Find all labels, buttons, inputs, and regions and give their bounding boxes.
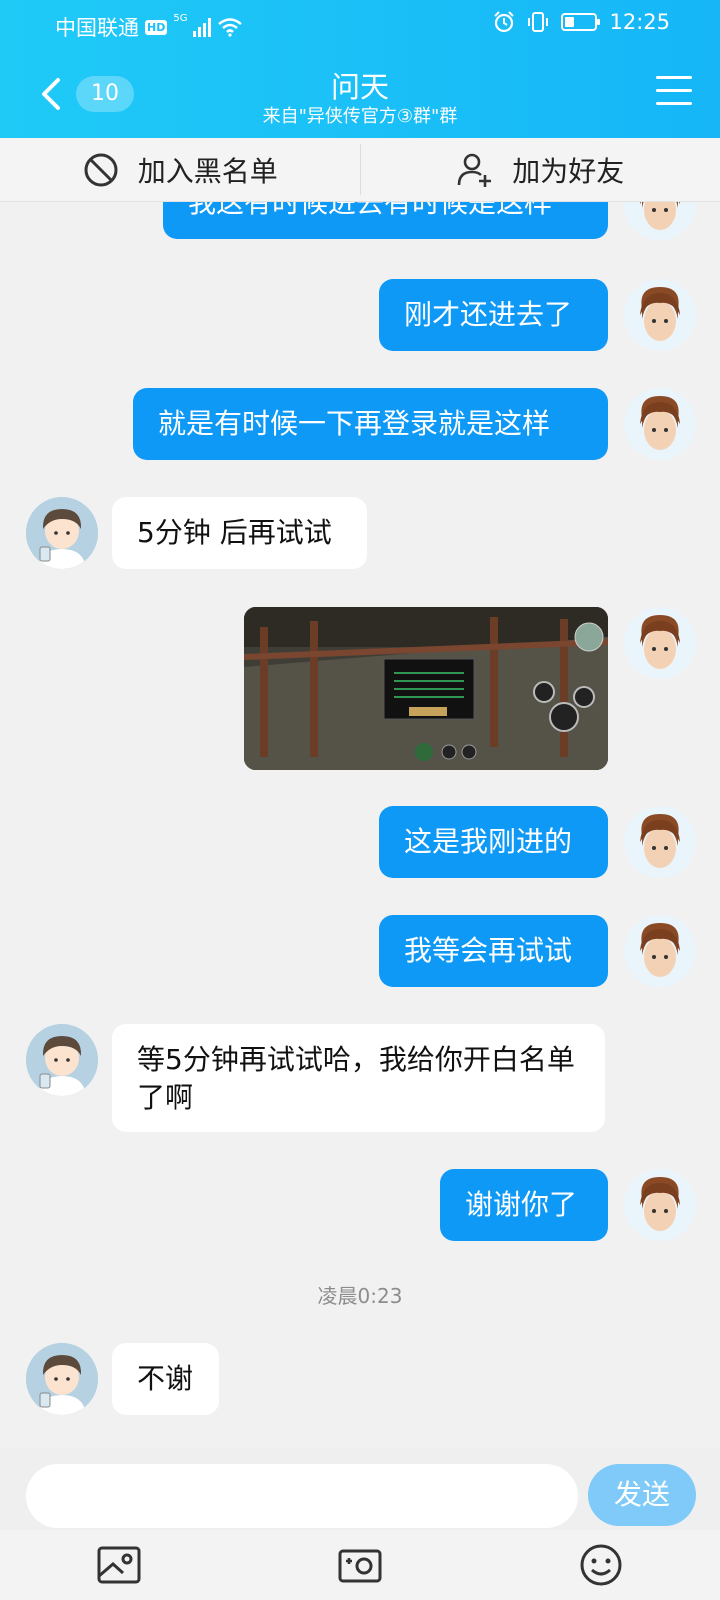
bottom-toolbar: [0, 1530, 720, 1600]
avatar-icon: [624, 806, 696, 878]
my-avatar[interactable]: [624, 607, 696, 679]
message-bubble[interactable]: 不谢: [112, 1343, 219, 1415]
send-button[interactable]: 发送: [588, 1464, 696, 1526]
status-bar: 中国联通 HD 5G 12:25: [0, 0, 720, 50]
image-message[interactable]: [244, 607, 608, 770]
emoji-icon[interactable]: [578, 1542, 624, 1588]
action-bar: 加入黑名单 加为好友: [0, 138, 720, 202]
my-avatar[interactable]: [624, 388, 696, 460]
message-bubble[interactable]: 谢谢你了: [440, 1169, 608, 1241]
avatar-icon: [26, 497, 98, 569]
add-friend-label: 加为好友: [512, 154, 625, 188]
message-text: 5分钟 后再试试: [137, 516, 332, 549]
message-bubble[interactable]: 刚才还进去了: [379, 279, 608, 351]
message-text: 不谢: [137, 1362, 194, 1395]
block-icon: [84, 153, 118, 186]
message-text: 等5分钟再试试哈，我给你开白名单了啊: [137, 1043, 575, 1114]
chat-area[interactable]: 我这有时候进去有时候是这样 刚才还进去了 就是有时候一下再登录就是这样 5分钟 …: [0, 202, 720, 1448]
camera-icon[interactable]: [337, 1542, 383, 1588]
carrier-name: 中国联通: [55, 16, 139, 40]
header-bar: 中国联通 HD 5G 12:25 10 问天 来自"异侠传官方③群"群: [0, 0, 720, 138]
avatar-icon: [26, 1024, 98, 1096]
image-icon[interactable]: [96, 1542, 142, 1588]
avatar-icon: [26, 1343, 98, 1415]
message-bubble[interactable]: 等5分钟再试试哈，我给你开白名单了啊: [112, 1024, 605, 1132]
my-avatar[interactable]: [624, 1169, 696, 1241]
battery-icon: [561, 13, 601, 31]
message-bubble[interactable]: 我这有时候进去有时候是这样: [163, 202, 608, 239]
menu-icon[interactable]: [656, 76, 692, 106]
composer-bar: 发送: [0, 1448, 720, 1530]
avatar-icon: [624, 388, 696, 460]
blacklist-label: 加入黑名单: [137, 154, 278, 188]
message-bubble[interactable]: 5分钟 后再试试: [112, 497, 367, 569]
avatar-icon: [624, 915, 696, 987]
avatar-icon: [624, 202, 696, 240]
hd-badge: HD: [145, 19, 168, 35]
status-right: 12:25: [493, 10, 670, 34]
contact-avatar[interactable]: [26, 1024, 98, 1096]
vibrate-icon: [528, 12, 549, 32]
signal-icon: [193, 17, 212, 37]
message-timestamp: 凌晨0:23: [317, 1284, 403, 1308]
avatar-icon: [624, 279, 696, 351]
chat-subtitle: 来自"异侠传官方③群"群: [262, 106, 458, 127]
message-bubble[interactable]: 我等会再试试: [379, 915, 608, 987]
my-avatar[interactable]: [624, 279, 696, 351]
avatar-icon: [624, 607, 696, 679]
carrier-info: 中国联通 HD 5G: [55, 12, 243, 42]
wifi-icon: [218, 18, 243, 37]
chat-title: 问天: [330, 70, 389, 104]
add-user-icon: [457, 153, 492, 187]
avatar-icon: [624, 1169, 696, 1241]
message-text: 我等会再试试: [404, 934, 573, 967]
message-text: 刚才还进去了: [404, 298, 573, 331]
my-avatar[interactable]: [624, 915, 696, 987]
my-avatar[interactable]: [624, 202, 696, 240]
alarm-icon: [494, 11, 515, 33]
contact-avatar[interactable]: [26, 497, 98, 569]
message-text: 就是有时候一下再登录就是这样: [158, 407, 551, 440]
message-bubble[interactable]: 就是有时候一下再登录就是这样: [133, 388, 608, 460]
message-input[interactable]: [26, 1464, 578, 1528]
nav-row: 10 问天 来自"异侠传官方③群"群: [0, 64, 720, 130]
add-friend-button[interactable]: 加为好友: [361, 138, 720, 201]
message-text: 我这有时候进去有时候是这样: [188, 202, 553, 219]
game-screenshot-image: [244, 607, 608, 770]
contact-avatar[interactable]: [26, 1343, 98, 1415]
network-type: 5G: [173, 13, 188, 24]
clock: 12:25: [609, 10, 670, 34]
message-text: 这是我刚进的: [404, 825, 573, 858]
message-bubble[interactable]: 这是我刚进的: [379, 806, 608, 878]
message-text: 谢谢你了: [465, 1188, 578, 1221]
add-to-blacklist-button[interactable]: 加入黑名单: [0, 138, 360, 201]
my-avatar[interactable]: [624, 806, 696, 878]
